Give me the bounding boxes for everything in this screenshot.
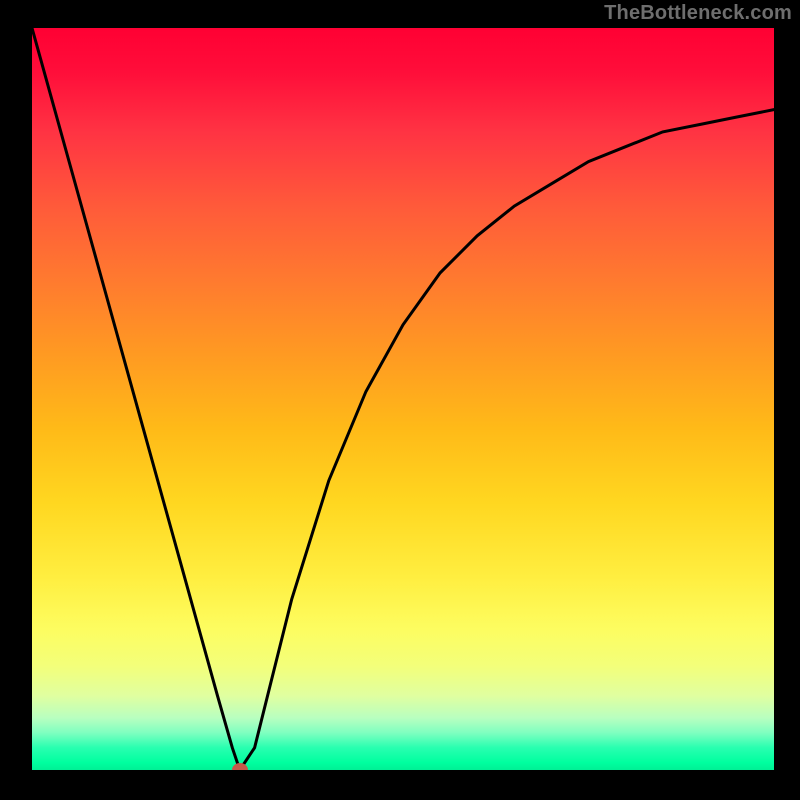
minimum-marker <box>232 763 248 770</box>
chart-frame: TheBottleneck.com <box>0 0 800 800</box>
curve-layer <box>32 28 774 770</box>
watermark-text: TheBottleneck.com <box>604 2 792 25</box>
bottleneck-curve <box>32 28 774 770</box>
plot-area <box>32 28 774 770</box>
